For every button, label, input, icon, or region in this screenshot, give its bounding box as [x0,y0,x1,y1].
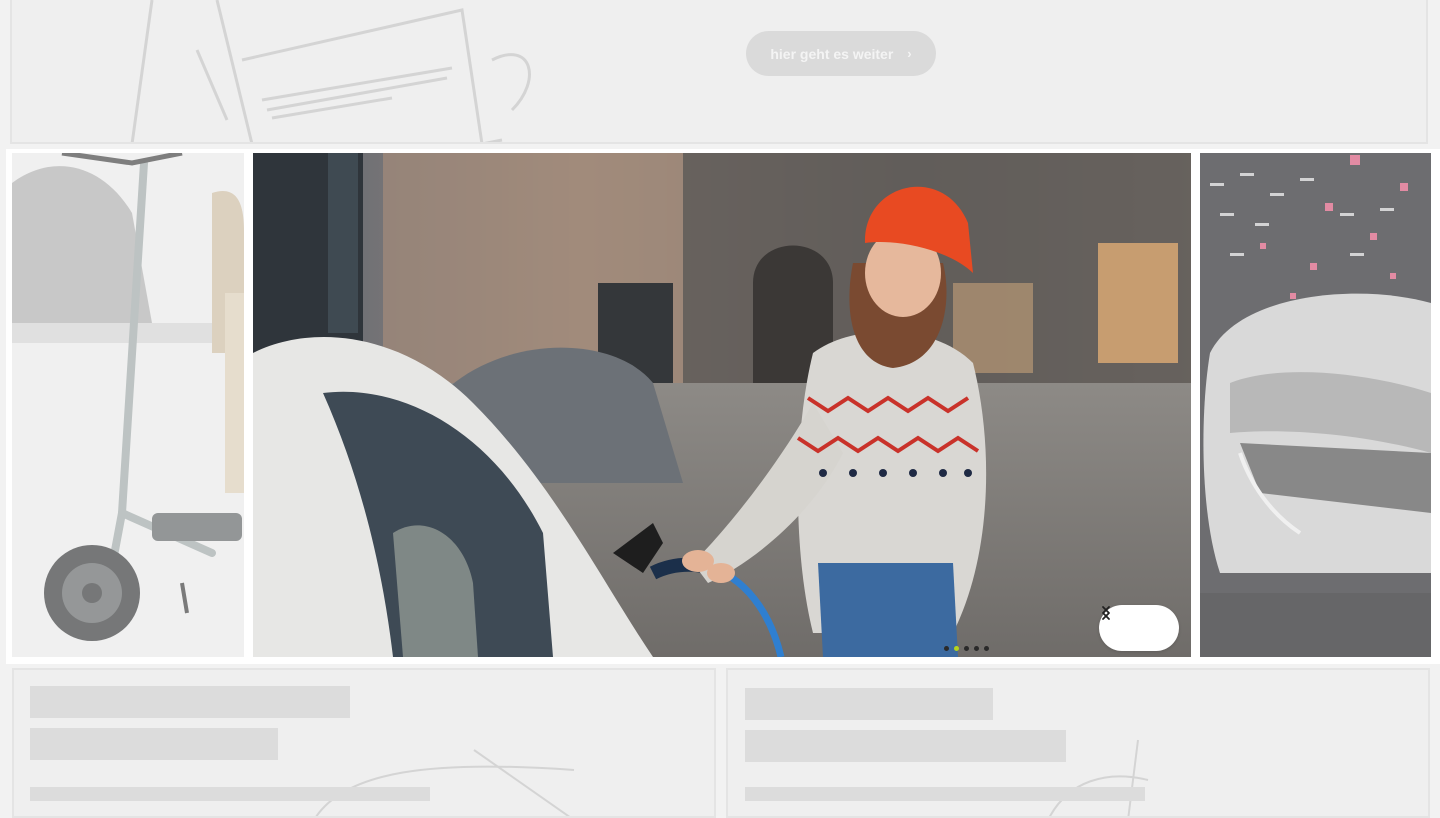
carousel-navigation [1099,605,1179,651]
title-placeholder-line [745,730,1066,762]
top-teaser-band: hier geht es weiter › [10,0,1428,144]
carousel-slide-previous[interactable] [12,153,244,657]
carousel-dot[interactable] [974,646,979,651]
scooter-photo [12,153,244,657]
title-placeholder-line [30,728,278,760]
carousel-dot[interactable] [944,646,949,651]
text-placeholder-line [745,787,1145,801]
carousel-dot[interactable] [984,646,989,651]
carousel-dot-active[interactable] [954,646,959,651]
carousel-slide-active[interactable] [253,153,1191,657]
chevron-right-icon [1102,606,1110,620]
title-placeholder-line [745,688,993,720]
sports-car-photo [1200,153,1431,657]
carousel-next-button[interactable] [1102,606,1175,644]
woman-charging-car-photo [253,153,1191,657]
title-placeholder-line [30,686,350,718]
teaser-card-placeholder [12,668,716,818]
image-carousel [6,149,1440,664]
cta-label: hier geht es weiter [770,45,894,62]
carousel-slide-next[interactable] [1200,153,1431,657]
text-placeholder-line [30,787,430,801]
carousel-dot[interactable] [964,646,969,651]
cta-continue-button[interactable]: hier geht es weiter › [746,31,936,76]
teaser-card-placeholder [726,668,1430,818]
scooter-sketch-illustration [130,0,531,142]
carousel-pagination [944,646,989,651]
arrow-right-icon: › [907,46,912,61]
